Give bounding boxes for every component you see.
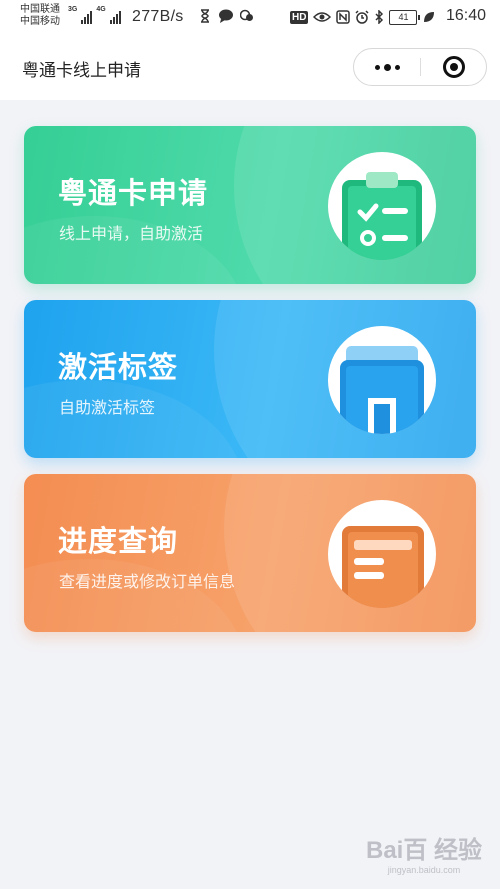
clipboard-checklist-icon <box>342 172 422 260</box>
page-title: 粤通卡线上申请 <box>22 61 141 81</box>
signal-indicators: 3G 4G <box>68 6 121 24</box>
tag-device-icon <box>340 346 424 434</box>
more-menu-button[interactable] <box>354 49 420 85</box>
leaf-icon <box>424 12 435 22</box>
more-dots-icon <box>374 64 380 70</box>
card-title: 粤通卡申请 <box>58 176 209 210</box>
carrier-1: 中国联通 <box>20 4 60 15</box>
navigation-bar: 粤通卡线上申请 <box>0 34 500 100</box>
signal-bars-icon <box>109 10 121 24</box>
hourglass-icon <box>201 9 209 23</box>
signal-bars-icon <box>81 10 93 24</box>
card-emblem <box>328 500 436 608</box>
network-speed: 277B/s <box>132 8 184 25</box>
alarm-icon <box>355 10 369 24</box>
target-close-icon <box>443 56 465 78</box>
system-icons: HD 41 <box>290 8 436 26</box>
hd-badge: HD <box>290 10 309 24</box>
card-etc-apply[interactable]: 粤通卡申请 线上申请，自助激活 <box>24 126 476 284</box>
carrier-2: 中国移动 <box>20 16 60 27</box>
document-list-icon <box>342 526 424 608</box>
watermark-url: jingyan.baidu.com <box>387 865 461 875</box>
decorative-swirl <box>24 380 244 458</box>
nfc-icon <box>336 10 351 24</box>
more-dots-icon <box>383 63 391 71</box>
card-emblem <box>328 152 436 260</box>
chat-bubble-icon <box>219 9 233 23</box>
card-emblem <box>328 326 436 434</box>
network-type-2: 4G <box>96 6 106 13</box>
eye-icon <box>313 12 332 22</box>
battery-icon: 41 <box>389 9 421 25</box>
watermark: Bai百 经验 jingyan.baidu.com <box>366 830 482 875</box>
carrier-labels: 中国联通 中国移动 <box>20 4 60 28</box>
watermark-logo: Bai百 经验 <box>365 837 482 864</box>
status-bar: 中国联通 中国移动 3G 4G 277B/s HD 41 16:40 <box>0 0 500 34</box>
clock: 16:40 <box>445 7 486 24</box>
card-progress-query[interactable]: 进度查询 查看进度或修改订单信息 <box>24 474 476 632</box>
miniprogram-capsule <box>353 48 487 86</box>
network-type-1: 3G <box>68 6 78 13</box>
card-subtitle: 自助激活标签 <box>59 398 156 417</box>
card-subtitle: 查看进度或修改订单信息 <box>59 572 236 591</box>
more-dots-icon <box>394 64 400 70</box>
wechat-icon <box>240 9 253 21</box>
card-title: 激活标签 <box>58 350 179 384</box>
card-subtitle: 线上申请，自助激活 <box>59 224 204 243</box>
bluetooth-icon <box>375 10 384 24</box>
card-activate-tag[interactable]: 激活标签 自助激活标签 <box>24 300 476 458</box>
close-miniprogram-button[interactable] <box>421 49 487 85</box>
card-title: 进度查询 <box>58 524 179 558</box>
